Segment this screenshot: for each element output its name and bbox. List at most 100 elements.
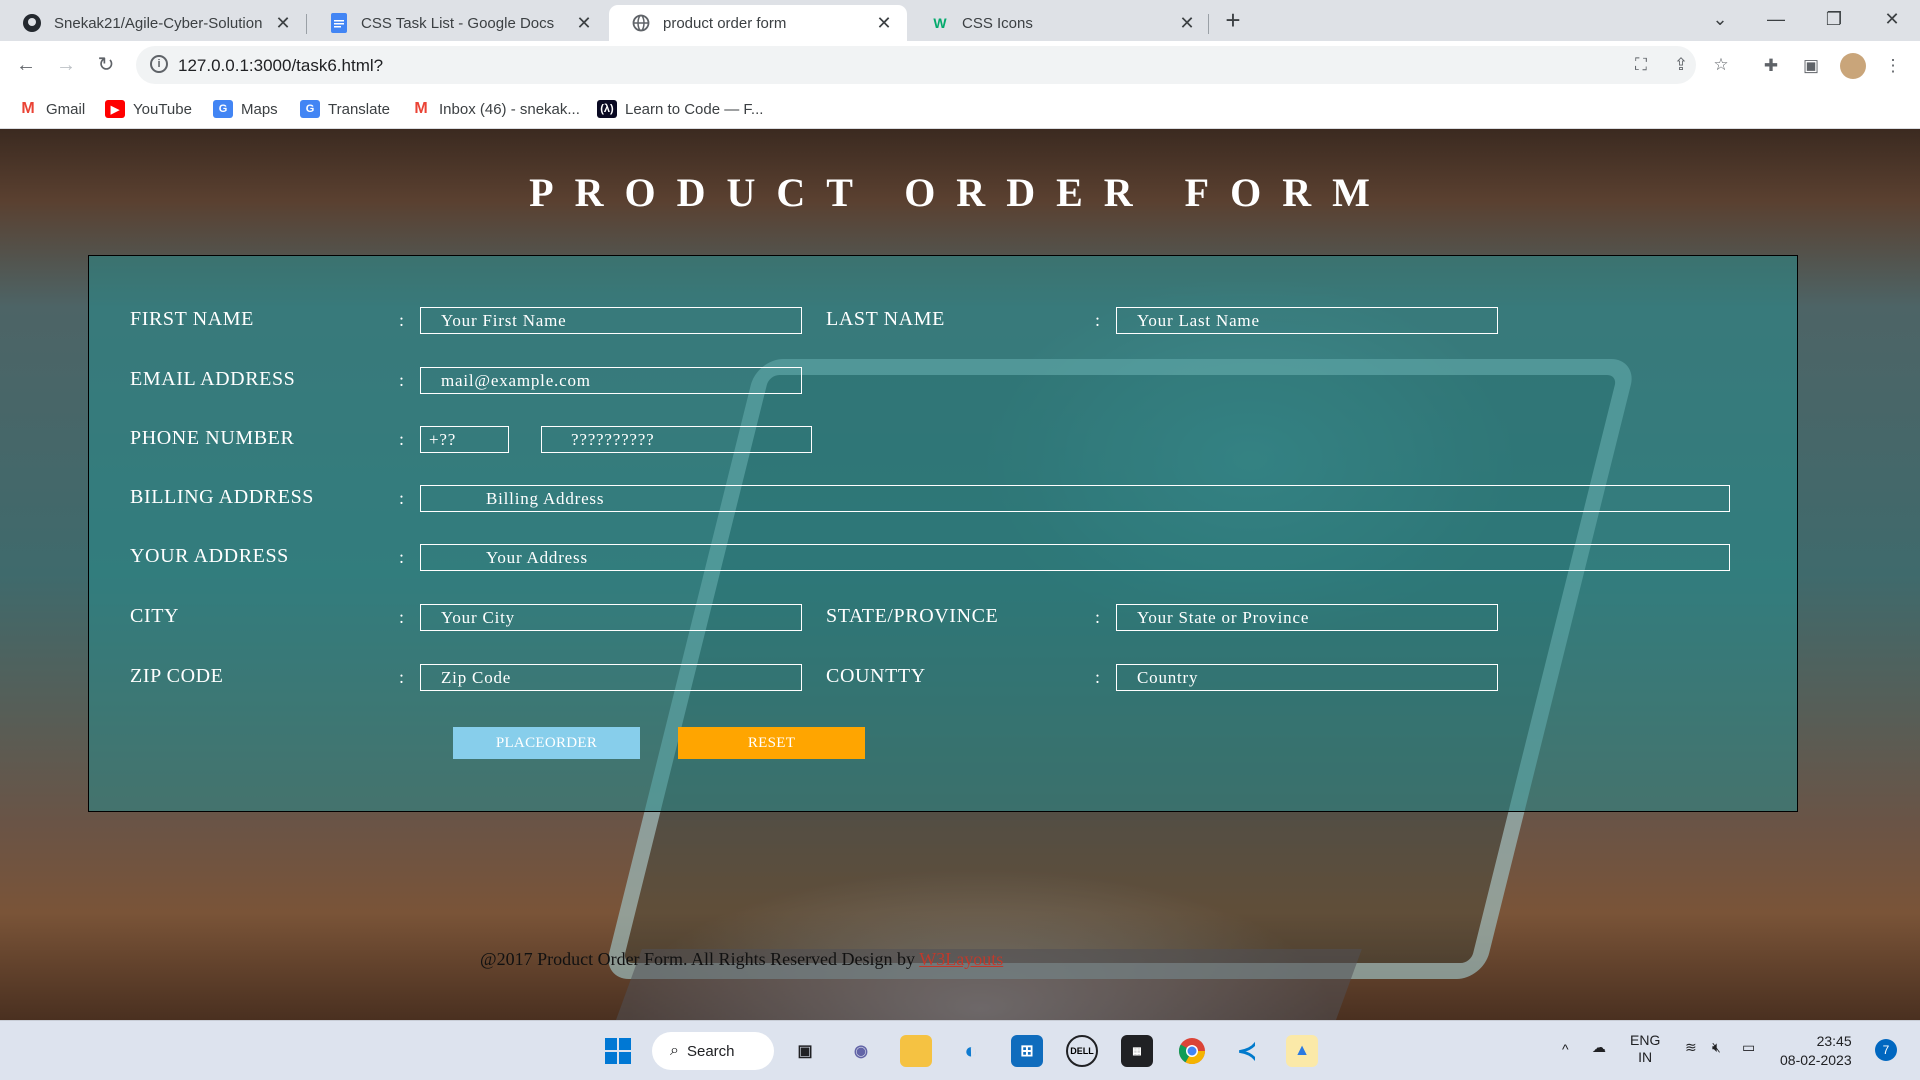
side-panel-icon[interactable]: ▣ [1800, 55, 1822, 77]
country-label: COUNTTY [826, 665, 926, 687]
speaker-muted-icon[interactable]: 🔇︎ [1712, 1039, 1721, 1056]
bookmark-maps[interactable]: G Maps [213, 98, 278, 120]
forward-arrow-icon[interactable]: → [50, 49, 82, 81]
colon: : [1095, 667, 1101, 687]
w3schools-icon: W [933, 15, 947, 31]
translate-page-icon[interactable]: ⛶ [1630, 54, 1652, 76]
address-bar[interactable]: i 127.0.0.1:3000/task6.html? ⛶ ⇪ ☆ [136, 46, 1729, 84]
close-icon[interactable]: ✕ [575, 13, 593, 34]
reset-button[interactable]: RESET [678, 727, 865, 759]
bookmarks-bar: M Gmail ▶ YouTube G Maps G Translate M I… [0, 89, 1920, 129]
app-grid-icon[interactable]: ▦ [1121, 1035, 1153, 1067]
extensions-puzzle-icon[interactable]: ✚ [1760, 55, 1782, 77]
close-icon[interactable]: ✕ [875, 13, 893, 34]
chrome-icon[interactable] [1176, 1035, 1208, 1067]
lang-bottom: IN [1638, 1049, 1653, 1065]
your-address-input[interactable] [420, 544, 1730, 571]
tab-strip: Snekak21/Agile-Cyber-Solution ✕ CSS Task… [0, 0, 1920, 41]
first-name-input[interactable] [420, 307, 802, 334]
github-icon [22, 13, 42, 33]
city-input[interactable] [420, 604, 802, 631]
tab-title: product order form [663, 14, 787, 32]
battery-icon[interactable]: ▭ [1742, 1039, 1755, 1056]
task-view-icon[interactable]: ▣ [789, 1035, 821, 1067]
vscode-icon[interactable]: ≺ [1231, 1035, 1263, 1067]
edge-browser-icon[interactable]: ◐ [955, 1035, 987, 1067]
file-explorer-icon[interactable] [900, 1035, 932, 1067]
reload-icon[interactable]: ↻ [90, 49, 122, 81]
bookmark-inbox[interactable]: M Inbox (46) - snekak... [411, 98, 580, 120]
teams-chat-icon[interactable]: ◉ [845, 1035, 877, 1067]
place-order-button[interactable]: PLACEORDER [453, 727, 640, 759]
window-close-icon[interactable]: ✕ [1864, 0, 1920, 38]
your-address-label: YOUR ADDRESS [130, 545, 289, 567]
colon: : [1095, 310, 1101, 330]
share-icon[interactable]: ⇪ [1670, 54, 1692, 76]
clock-date: 08-02-2023 [1780, 1052, 1852, 1068]
country-input[interactable] [1116, 664, 1498, 691]
windows-start-icon[interactable] [602, 1035, 634, 1067]
maps-icon: G [213, 100, 233, 118]
taskbar-search[interactable]: ⌕ Search [652, 1032, 774, 1070]
tab-github[interactable]: Snekak21/Agile-Cyber-Solution ✕ [0, 5, 306, 41]
bookmark-star-icon[interactable]: ☆ [1710, 54, 1732, 76]
phone-label: PHONE NUMBER [130, 427, 295, 449]
bookmark-translate[interactable]: G Translate [300, 98, 390, 120]
new-tab-plus-icon[interactable]: + [1218, 6, 1248, 36]
dell-icon[interactable]: DELL [1066, 1035, 1098, 1067]
language-indicator[interactable]: ENG IN [1630, 1032, 1660, 1066]
chevron-up-icon[interactable]: ^ [1562, 1041, 1569, 1057]
close-icon[interactable]: ✕ [1178, 13, 1196, 34]
tab-product-order-form[interactable]: product order form ✕ [609, 5, 907, 41]
bookmark-label: YouTube [133, 100, 192, 118]
close-icon[interactable]: ✕ [274, 13, 292, 34]
tab-search-chevron-icon[interactable]: ⌄ [1692, 0, 1748, 38]
notification-badge[interactable]: 7 [1875, 1039, 1897, 1061]
restore-icon[interactable]: ❐ [1806, 0, 1862, 38]
phone-number-input[interactable] [541, 426, 812, 453]
billing-address-label: BILLING ADDRESS [130, 486, 315, 508]
profile-avatar[interactable] [1840, 53, 1866, 79]
bookmark-label: Inbox (46) - snekak... [439, 100, 580, 118]
tab-css-icons[interactable]: W CSS Icons ✕ [908, 5, 1210, 41]
youtube-icon: ▶ [105, 100, 125, 118]
bookmark-label: Maps [241, 100, 278, 118]
bookmark-freecodecamp[interactable]: (λ) Learn to Code — F... [597, 98, 763, 120]
footer-link[interactable]: W3Layouts [919, 949, 1003, 969]
site-info-icon[interactable]: i [150, 55, 168, 73]
email-label: EMAIL ADDRESS [130, 368, 296, 390]
billing-address-input[interactable] [420, 485, 1730, 512]
bookmark-gmail[interactable]: M Gmail [18, 98, 85, 120]
phone-code-input[interactable] [420, 426, 509, 453]
footer: @2017 Product Order Form. All Rights Res… [480, 949, 1003, 970]
colon: : [399, 488, 405, 508]
microsoft-store-icon[interactable]: ⊞ [1011, 1035, 1043, 1067]
bookmark-label: Translate [328, 100, 390, 118]
colon: : [399, 667, 405, 687]
minimize-icon[interactable]: — [1748, 0, 1804, 38]
colon: : [399, 607, 405, 627]
search-icon: ⌕ [670, 1042, 679, 1059]
app-icon[interactable]: ▲ [1286, 1035, 1318, 1067]
bookmark-label: Learn to Code — F... [625, 100, 764, 118]
freecodecamp-icon: (λ) [597, 100, 617, 118]
first-name-label: FIRST NAME [130, 308, 254, 330]
last-name-input[interactable] [1116, 307, 1498, 334]
translate-icon: G [300, 100, 320, 118]
wifi-icon[interactable]: ≋ [1685, 1039, 1697, 1056]
tab-title: CSS Task List - Google Docs [361, 14, 555, 32]
clock[interactable]: 23:45 08-02-2023 [1780, 1032, 1852, 1070]
zip-code-input[interactable] [420, 664, 802, 691]
colon: : [399, 547, 405, 567]
onedrive-cloud-icon[interactable]: ☁ [1592, 1039, 1606, 1056]
colon: : [399, 310, 405, 330]
colon: : [399, 370, 405, 390]
tab-docs[interactable]: CSS Task List - Google Docs ✕ [307, 5, 607, 41]
state-province-input[interactable] [1116, 604, 1498, 631]
taskbar: ⌕ Search ▣ ◉ ◐ ⊞ DELL ▦ ≺ ▲ ^ ☁ ENG IN ≋… [0, 1020, 1920, 1080]
menu-kebab-icon[interactable]: ⋮ [1882, 55, 1904, 77]
colon: : [399, 429, 405, 449]
email-input[interactable] [420, 367, 802, 394]
bookmark-youtube[interactable]: ▶ YouTube [105, 98, 192, 120]
back-arrow-icon[interactable]: ← [10, 49, 42, 81]
